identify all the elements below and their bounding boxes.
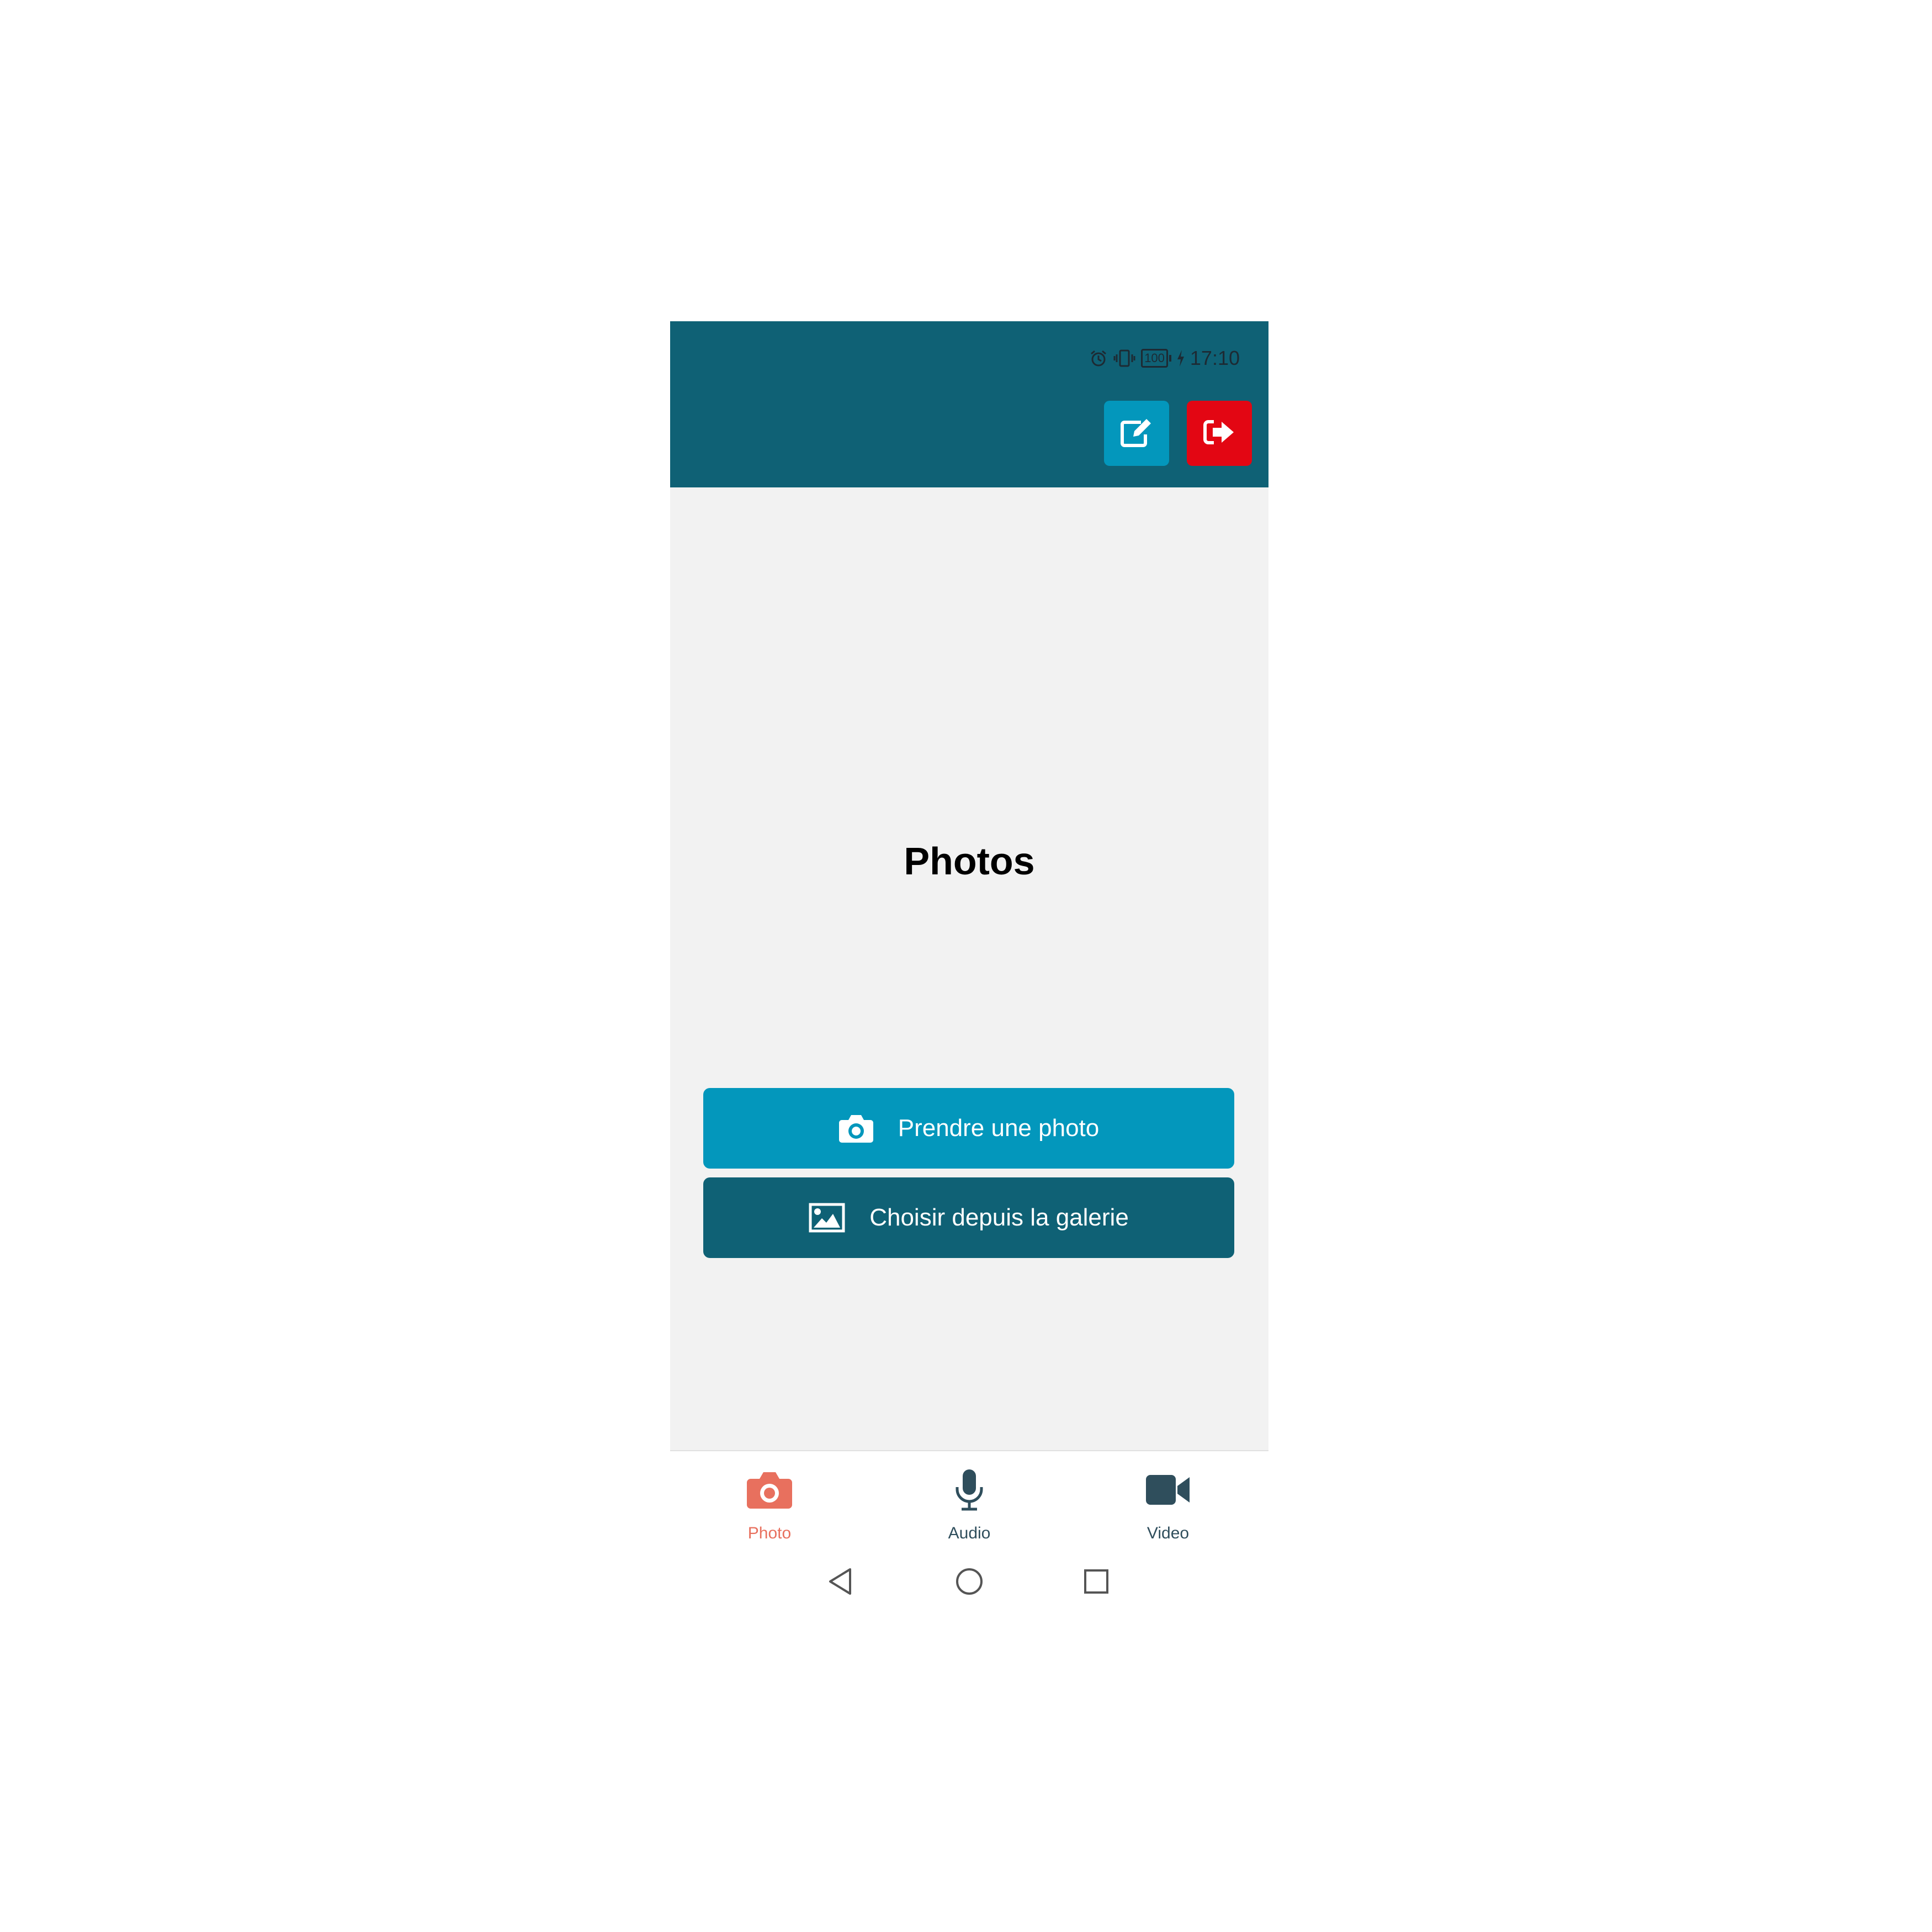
alarm-icon [1089,349,1108,368]
tab-label-video: Video [1147,1524,1190,1542]
recent-square-icon [1083,1568,1110,1597]
charging-icon [1177,350,1185,367]
phone-screen: 100 17:10 Photos Prendre une photo Chois… [670,321,1268,1605]
tab-audio[interactable]: Audio [903,1451,1036,1559]
camera-icon [838,1113,874,1143]
recent-apps-button[interactable] [1080,1566,1113,1599]
video-camera-icon [1145,1468,1191,1512]
choose-from-gallery-button[interactable]: Choisir depuis la galerie [703,1177,1234,1258]
tab-label-photo: Photo [747,1524,792,1542]
status-time: 17:10 [1190,347,1240,369]
gallery-label: Choisir depuis la galerie [869,1204,1129,1231]
home-button[interactable] [953,1566,986,1599]
home-circle-icon [955,1567,984,1599]
status-bar: 100 17:10 [1089,344,1240,372]
microphone-icon [954,1468,985,1512]
vibrate-icon [1113,349,1135,368]
bottom-tab-bar: Photo Audio Video [670,1450,1268,1559]
tab-label-audio: Audio [948,1524,991,1542]
battery-icon: 100 [1141,349,1171,368]
tab-video[interactable]: Video [1102,1451,1234,1559]
edit-button[interactable] [1104,401,1169,466]
take-photo-button[interactable]: Prendre une photo [703,1088,1234,1169]
main-content: Photos Prendre une photo Choisir depuis … [670,487,1268,1450]
take-photo-label: Prendre une photo [898,1114,1100,1142]
page-title: Photos [904,840,1035,883]
edit-icon [1119,416,1154,452]
tab-photo[interactable]: Photo [703,1451,836,1559]
logout-button[interactable] [1187,401,1252,466]
app-header: 100 17:10 [670,321,1268,487]
logout-icon [1203,418,1236,449]
battery-level: 100 [1141,349,1168,368]
back-triangle-icon [827,1567,853,1599]
camera-icon [746,1468,793,1512]
system-navigation-bar [670,1558,1268,1605]
image-icon [809,1203,845,1233]
back-button[interactable] [824,1566,857,1599]
